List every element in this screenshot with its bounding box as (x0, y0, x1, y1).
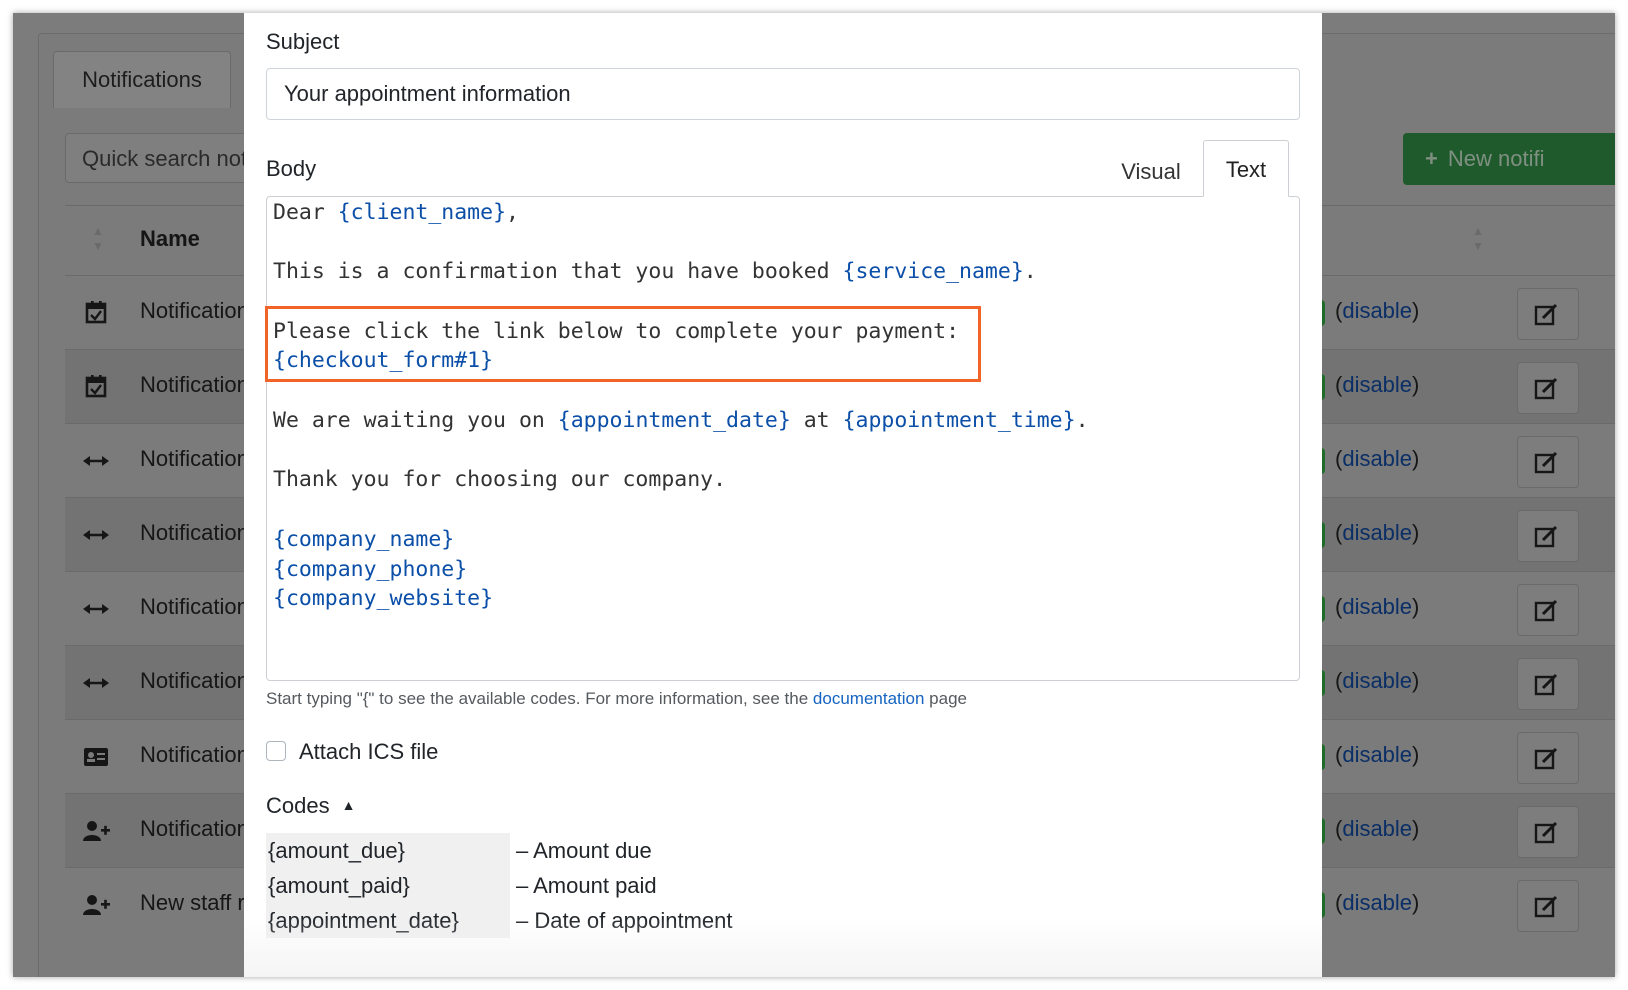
placeholder-token: {appointment_date} (557, 408, 791, 433)
body-line: {company_website} (273, 584, 493, 614)
tab-notifications[interactable]: Notifications (53, 51, 231, 108)
edit-button[interactable] (1517, 436, 1579, 488)
edit-icon (1534, 377, 1558, 400)
arrows-horizontal-icon (83, 678, 109, 688)
sort-arrows-icon[interactable]: ▲ ▼ (91, 224, 105, 258)
edit-button[interactable] (1517, 732, 1579, 784)
payment-link-highlight (265, 306, 981, 382)
id-card-icon (84, 748, 108, 766)
disable-link[interactable]: (disable) (1335, 890, 1419, 916)
sort-arrows-icon[interactable]: ▲ ▼ (1471, 224, 1485, 258)
row-name: Notification (140, 742, 249, 767)
row-name: Notification (140, 372, 249, 397)
edit-button[interactable] (1517, 658, 1579, 710)
tab-visual[interactable]: Visual (1102, 147, 1200, 197)
edit-icon (1534, 673, 1558, 696)
subject-label: Subject (266, 29, 340, 54)
placeholder-token: {appointment_time} (842, 408, 1076, 433)
row-name: Notification (140, 816, 249, 841)
edit-button[interactable] (1517, 880, 1579, 932)
user-plus-icon (83, 895, 110, 915)
code-description: – Amount paid (516, 873, 657, 898)
code-row: {amount_due} – Amount due (266, 833, 826, 868)
calendar-check-icon (85, 301, 107, 324)
code-row: {appointment_date} – Date of appointment (266, 903, 826, 938)
body-line: Dear {client_name}, (273, 200, 519, 225)
edit-button[interactable] (1517, 510, 1579, 562)
body-label: Body (266, 156, 317, 181)
code-row: {amount_paid} – Amount paid (266, 868, 826, 903)
disable-link[interactable]: (disable) (1335, 594, 1419, 620)
code-key: {amount_paid} (266, 868, 510, 903)
screenshot-frame: Notifications Quick search not + New noti… (13, 13, 1615, 977)
tab-text[interactable]: Text (1203, 140, 1289, 197)
edit-button[interactable] (1517, 288, 1579, 340)
attach-ics-label[interactable]: Attach ICS file (299, 739, 438, 765)
edit-button[interactable] (1517, 584, 1579, 636)
attach-ics-checkbox[interactable] (266, 741, 286, 761)
placeholder-token: {client_name} (337, 200, 507, 225)
code-key: {amount_due} (266, 833, 510, 868)
user-plus-icon (83, 821, 110, 841)
new-notification-label: New notifi (1447, 146, 1545, 171)
placeholder-token: {company_website} (273, 586, 494, 611)
code-description: – Amount due (516, 838, 652, 863)
row-name: Notification (140, 520, 249, 545)
edit-icon (1534, 525, 1558, 548)
edit-icon (1534, 599, 1558, 622)
edit-icon (1534, 451, 1558, 474)
disable-link[interactable]: (disable) (1335, 816, 1419, 842)
placeholder-token: {company_name} (273, 527, 455, 552)
body-line: This is a confirmation that you have boo… (273, 259, 1037, 284)
row-name: Notification (140, 298, 249, 323)
row-name: New staff r (140, 890, 245, 915)
disable-link[interactable]: (disable) (1335, 668, 1419, 694)
column-header-name[interactable]: Name (140, 226, 200, 252)
disable-link[interactable]: (disable) (1335, 520, 1419, 546)
plus-icon: + (1425, 146, 1438, 171)
body-editor[interactable]: Dear {client_name}, This is a confirmati… (265, 196, 1300, 681)
arrows-horizontal-icon (83, 456, 109, 466)
edit-icon (1534, 747, 1558, 770)
codes-toggle[interactable]: Codes ▲ (266, 793, 355, 819)
row-name: Notification (140, 594, 249, 619)
codes-table: {amount_due} – Amount due {amount_paid} … (266, 833, 826, 938)
edit-icon (1534, 895, 1558, 918)
edit-button[interactable] (1517, 362, 1579, 414)
help-text: Start typing "{" to see the available co… (266, 689, 967, 708)
edit-icon (1534, 303, 1558, 326)
new-notification-button[interactable]: + New notifi (1403, 133, 1615, 185)
body-line: We are waiting you on {appointment_date}… (273, 408, 1089, 433)
body-line: {company_name} (273, 525, 454, 555)
placeholder-token: {company_phone} (273, 557, 468, 582)
body-line: {company_phone} (273, 555, 467, 585)
documentation-link[interactable]: documentation (813, 689, 925, 708)
notification-edit-modal: Subject Body Visual Text Dear {client_na… (244, 13, 1322, 977)
code-key: {appointment_date} (266, 903, 510, 938)
row-name: Notification (140, 446, 249, 471)
row-name: Notification (140, 668, 249, 693)
arrows-horizontal-icon (83, 604, 109, 614)
arrows-horizontal-icon (83, 530, 109, 540)
disable-link[interactable]: (disable) (1335, 742, 1419, 768)
body-line: Thank you for choosing our company. (273, 467, 727, 492)
subject-input[interactable] (266, 68, 1300, 120)
edit-icon (1534, 821, 1558, 844)
caret-up-icon: ▲ (341, 797, 356, 813)
disable-link[interactable]: (disable) (1335, 298, 1419, 324)
disable-link[interactable]: (disable) (1335, 372, 1419, 398)
disable-link[interactable]: (disable) (1335, 446, 1419, 472)
edit-button[interactable] (1517, 806, 1579, 858)
calendar-check-icon (85, 375, 107, 398)
code-description: – Date of appointment (516, 908, 733, 933)
placeholder-token: {service_name} (842, 259, 1024, 284)
